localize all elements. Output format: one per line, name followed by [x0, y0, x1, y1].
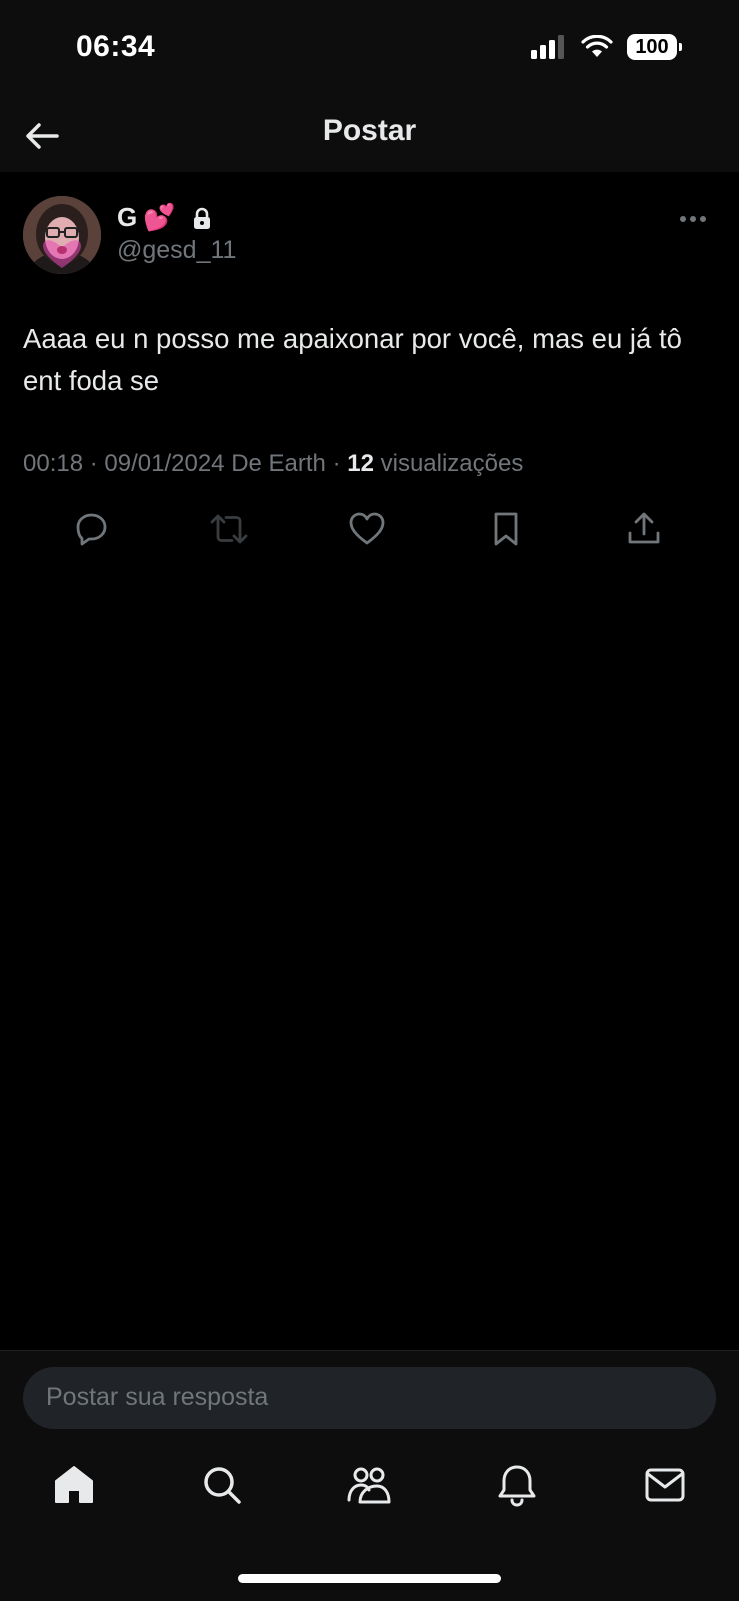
- reply-button[interactable]: [69, 507, 113, 551]
- tab-home[interactable]: [49, 1460, 99, 1510]
- post-text: Aaaa eu n posso me apaixonar por você, m…: [23, 323, 682, 396]
- more-options-button[interactable]: [673, 204, 713, 234]
- tab-search[interactable]: [197, 1460, 247, 1510]
- post-meta: 00:18 · 09/01/2024 De Earth · 12 visuali…: [23, 450, 524, 477]
- views-count[interactable]: 12: [347, 450, 374, 477]
- reply-icon: [76, 513, 107, 546]
- more-dot-icon: [680, 216, 686, 222]
- notifications-icon: [498, 1465, 536, 1507]
- display-name[interactable]: G 💕: [117, 202, 212, 233]
- tab-notifications[interactable]: [492, 1460, 542, 1510]
- messages-icon: [645, 1468, 685, 1502]
- post-date: 09/01/2024: [104, 450, 225, 477]
- avatar-image: [23, 196, 101, 274]
- post-time: 00:18: [23, 450, 84, 477]
- home-icon: [55, 1466, 93, 1503]
- communities-icon: [347, 1467, 391, 1504]
- status-icons: 100: [531, 34, 682, 60]
- post-actions: [0, 507, 739, 551]
- tab-bar: [0, 1446, 739, 1536]
- bottom-area: Postar sua resposta: [0, 1350, 739, 1601]
- share-button[interactable]: [622, 507, 666, 551]
- page-title: Postar: [322, 114, 417, 147]
- status-bar: 06:34 100: [0, 0, 739, 100]
- home-indicator[interactable]: [238, 1574, 501, 1583]
- display-name-text: G: [117, 202, 138, 232]
- hearts-emoji: 💕: [143, 202, 176, 232]
- reply-input[interactable]: Postar sua resposta: [23, 1367, 716, 1429]
- status-time: 06:34: [76, 30, 156, 63]
- user-handle[interactable]: @gesd_11: [117, 236, 236, 265]
- repost-button[interactable]: [207, 507, 251, 551]
- views-label: visualizações: [380, 450, 524, 477]
- search-icon: [204, 1467, 241, 1504]
- more-dot-icon: [700, 216, 706, 222]
- battery-indicator: 100: [627, 34, 682, 60]
- repost-icon: [210, 514, 248, 544]
- cellular-signal-icon: [531, 35, 564, 59]
- bookmark-button[interactable]: [484, 507, 528, 551]
- wifi-icon: [581, 35, 613, 57]
- share-icon: [628, 512, 660, 544]
- lock-icon: [192, 207, 212, 229]
- post-source: De Earth: [231, 450, 326, 477]
- nav-header: Postar: [0, 100, 739, 172]
- like-icon: [349, 512, 385, 545]
- tab-messages[interactable]: [640, 1460, 690, 1510]
- more-dot-icon: [690, 216, 696, 222]
- like-button[interactable]: [345, 507, 389, 551]
- avatar[interactable]: [23, 196, 101, 274]
- tab-communities[interactable]: [344, 1460, 394, 1510]
- reply-placeholder: Postar sua resposta: [46, 1383, 269, 1411]
- bookmark-icon: [494, 512, 518, 546]
